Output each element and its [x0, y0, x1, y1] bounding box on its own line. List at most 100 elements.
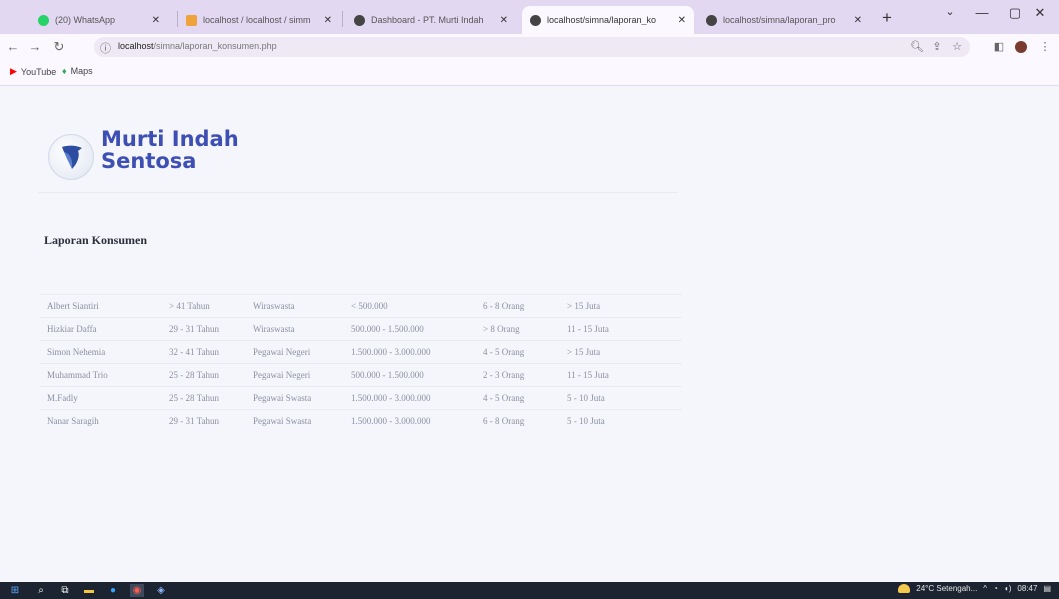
tab-dashboard[interactable]: Dashboard - PT. Murti Indah ✕: [346, 6, 516, 34]
table-cell: Muhammad Trio: [40, 362, 162, 386]
browser-tab-strip: (20) WhatsApp ✕ localhost / localhost / …: [0, 0, 1059, 34]
network-icon[interactable]: ◔: [993, 584, 998, 593]
menu-kebab-icon[interactable]: ⋮: [1036, 38, 1054, 56]
tray-chevron-icon[interactable]: ^: [983, 584, 987, 593]
bookmark-youtube[interactable]: ▶ YouTube: [10, 66, 56, 77]
table-cell: Simon Nehemia: [40, 339, 162, 363]
close-icon[interactable]: ✕: [152, 15, 160, 26]
volume-icon[interactable]: ◖): [1004, 584, 1012, 593]
table-body: Albert Siantiri > 41 Tahun Wiraswasta < 500…: [40, 293, 682, 432]
close-icon[interactable]: ✕: [678, 15, 686, 26]
forward-button[interactable]: →: [26, 38, 44, 56]
info-icon[interactable]: ⓘ: [100, 40, 111, 56]
column-header: [246, 264, 344, 294]
arrow-left-icon: ←: [6, 39, 20, 54]
tab-laporan-konsumen[interactable]: localhost/simna/laporan_ko ✕: [522, 6, 694, 34]
bookmark-star-icon[interactable]: ☆: [948, 38, 966, 56]
table-cell: > 15 Juta: [560, 339, 682, 363]
tab-title: localhost/simna/laporan_ko: [547, 15, 657, 25]
tab-title: localhost/simna/laporan_pro: [723, 15, 836, 25]
table-cell: > 15 Juta: [560, 293, 682, 317]
globe-icon: [706, 14, 717, 26]
bookmark-label: YouTube: [20, 66, 57, 77]
close-icon[interactable]: ✕: [854, 15, 862, 26]
table-cell: Nanar Saragih: [40, 408, 162, 432]
tab-laporan-produk[interactable]: localhost/simna/laporan_pro ✕: [698, 6, 870, 34]
tab-separator: [342, 11, 343, 27]
table-cell: 5 - 10 Juta: [560, 385, 682, 409]
app-icon[interactable]: ◈: [154, 584, 168, 597]
os-taskbar: ⊞ ⌕ ⧉ ▬ ● ◉ ◈ 24°C Setengah... ^ ◔ ◖) 08…: [0, 582, 1059, 599]
table-cell: Pegawai Negeri: [246, 362, 344, 386]
table-cell: 4 - 5 Orang: [476, 339, 560, 363]
table-cell: 2 - 3 Orang: [476, 362, 560, 386]
table-row: M.Fadly 25 - 28 Tahun Pegawai Swasta 1.500.…: [40, 385, 682, 409]
reload-button[interactable]: ↻: [50, 38, 68, 56]
table-cell: 25 - 28 Tahun: [162, 385, 246, 409]
table-cell: 25 - 28 Tahun: [162, 362, 246, 386]
globe-icon: [354, 14, 365, 26]
table-cell: 1.500.000 - 3.000.000: [344, 408, 476, 432]
bookmark-label: Maps: [70, 66, 93, 76]
maps-icon: ♦: [62, 66, 67, 76]
close-icon[interactable]: ✕: [324, 15, 332, 26]
table-row: Albert Siantiri > 41 Tahun Wiraswasta < 500…: [40, 293, 682, 317]
close-window-button[interactable]: ✕: [1020, 5, 1059, 21]
column-header: [476, 264, 560, 294]
arrow-right-icon: →: [28, 39, 42, 54]
page-content: Murti Indah Sentosa Laporan Konsumen Alb…: [0, 86, 1059, 582]
address-bar[interactable]: ⓘ localhost/simna/laporan_konsumen.php 🔍…: [94, 37, 970, 57]
bookmarks-bar: ▶ YouTube ♦ Maps: [0, 60, 1059, 86]
table-row: Hizkiar Daffa 29 - 31 Tahun Wiraswasta 500.…: [40, 316, 682, 340]
windows-start-icon[interactable]: ⊞: [8, 584, 22, 597]
page-title: Laporan Konsumen: [44, 233, 148, 247]
chrome-icon[interactable]: ◉: [130, 584, 144, 597]
globe-icon: [530, 14, 541, 26]
clock[interactable]: 08:47: [1017, 584, 1037, 593]
table-cell: 11 - 15 Juta: [560, 316, 682, 340]
url-host: localhost: [118, 41, 154, 51]
table-cell: Pegawai Negeri: [246, 339, 344, 363]
bird-logo-icon: [62, 145, 82, 169]
phpmyadmin-icon: [186, 14, 197, 26]
share-icon[interactable]: ⇪: [928, 38, 946, 56]
weather-icon: [898, 584, 911, 593]
zoom-icon[interactable]: 🔍︎: [908, 38, 926, 56]
table-cell: 29 - 31 Tahun: [162, 316, 246, 340]
search-icon[interactable]: ⌕: [34, 584, 48, 597]
table-cell: 500.000 - 1.500.000: [344, 316, 476, 340]
url-path: /simna/laporan_konsumen.php: [153, 41, 277, 51]
table-cell: > 8 Orang: [476, 316, 560, 340]
browser-toolbar: ← → ↻ ⓘ localhost/simna/laporan_konsumen…: [0, 34, 1059, 60]
divider: [38, 192, 678, 193]
new-tab-button[interactable]: +: [876, 7, 898, 29]
profile-avatar[interactable]: [1012, 38, 1030, 56]
bookmark-maps[interactable]: ♦ Maps: [62, 66, 93, 76]
table-cell: M.Fadly: [40, 385, 162, 409]
close-icon[interactable]: ✕: [500, 15, 508, 26]
tab-whatsapp[interactable]: (20) WhatsApp ✕: [30, 6, 168, 34]
table-cell: Albert Siantiri: [40, 293, 162, 317]
table-cell: 5 - 10 Juta: [560, 408, 682, 432]
tab-title: Dashboard - PT. Murti Indah: [371, 15, 484, 25]
column-header: [344, 264, 476, 294]
tab-phpmyadmin[interactable]: localhost / localhost / simm ✕: [178, 6, 340, 34]
table-cell: 500.000 - 1.500.000: [344, 362, 476, 386]
back-button[interactable]: ←: [4, 38, 22, 56]
address-url: localhost/simna/laporan_konsumen.php: [118, 41, 277, 51]
column-header: [40, 264, 162, 294]
table-cell: 6 - 8 Orang: [476, 408, 560, 432]
side-panel-icon[interactable]: ◧: [990, 38, 1008, 56]
task-view-icon[interactable]: ⧉: [58, 584, 72, 597]
table-header: [40, 264, 682, 294]
table-cell: Wiraswasta: [246, 316, 344, 340]
table-cell: Pegawai Swasta: [246, 385, 344, 409]
edge-icon[interactable]: ●: [106, 584, 120, 597]
file-explorer-icon[interactable]: ▬: [82, 584, 96, 597]
brand-name: Murti Indah Sentosa: [101, 128, 239, 172]
notification-icon[interactable]: ▤: [1043, 584, 1051, 593]
weather-text[interactable]: 24°C Setengah...: [916, 584, 977, 593]
consumer-report-table: Albert Siantiri > 41 Tahun Wiraswasta < 500…: [40, 264, 682, 459]
table-cell: 11 - 15 Juta: [560, 362, 682, 386]
table-cell: 6 - 8 Orang: [476, 293, 560, 317]
